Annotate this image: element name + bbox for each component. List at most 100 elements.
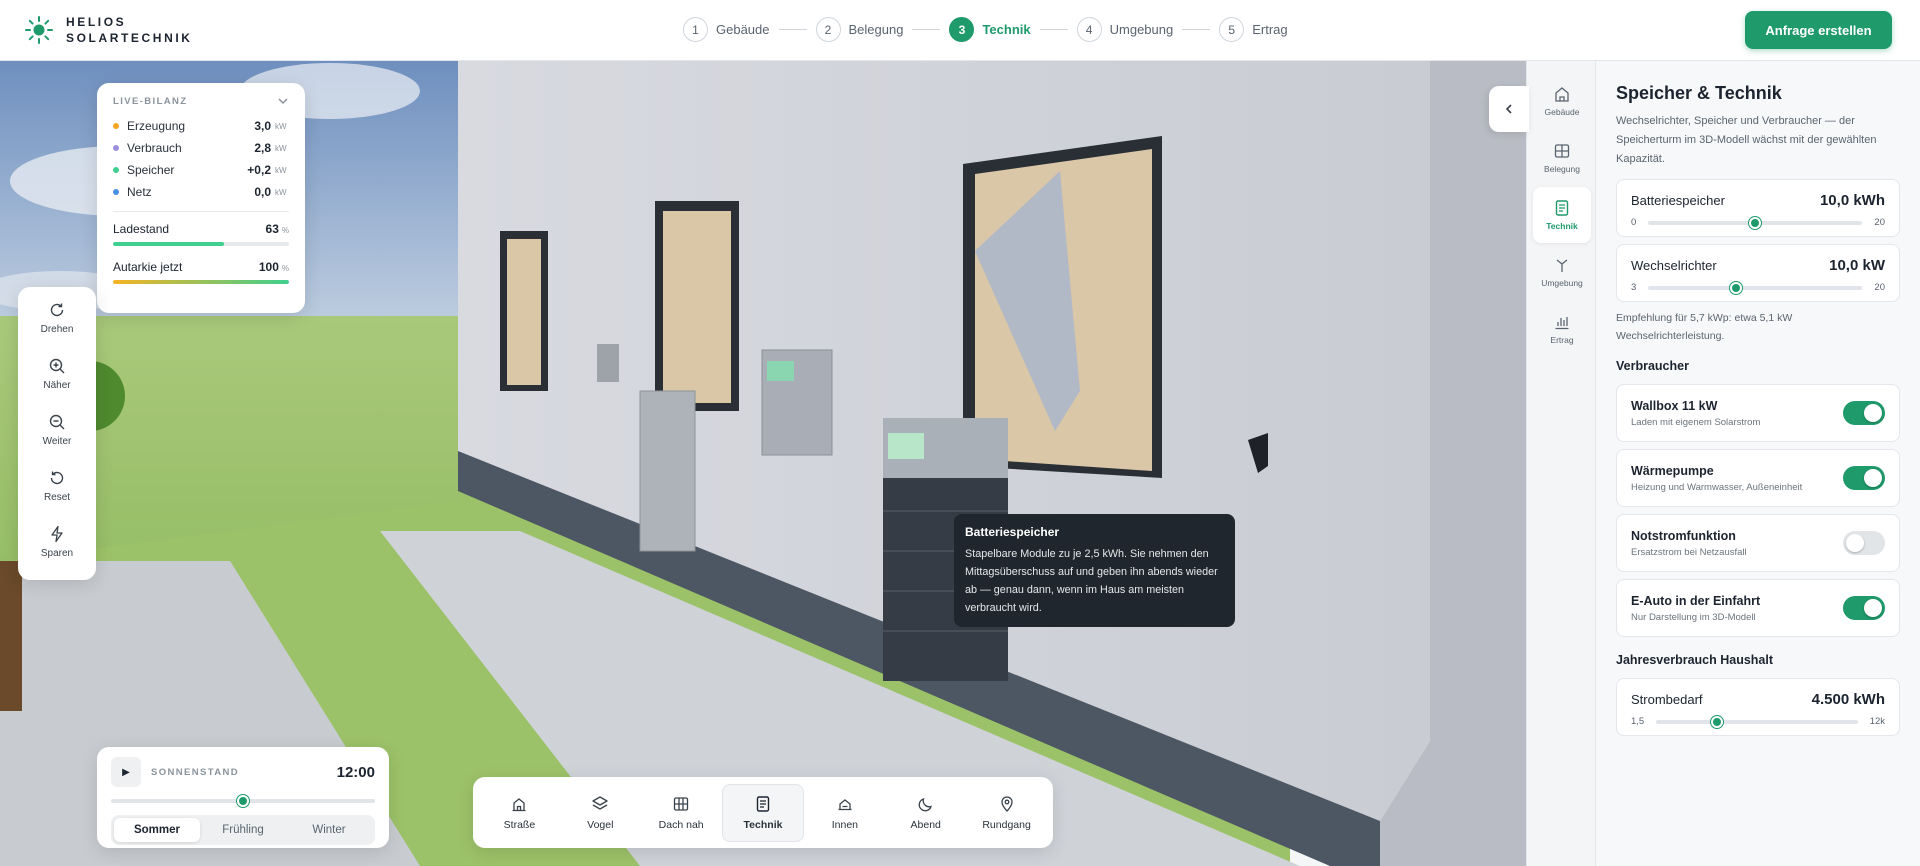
view-dach-nah[interactable]: Dach nah [641, 784, 722, 842]
tool-sparen[interactable]: Sparen [18, 525, 96, 581]
chevron-down-icon[interactable] [277, 95, 289, 107]
slider-knob[interactable] [1749, 216, 1762, 229]
toggle-e-auto[interactable]: E-Auto in der Einfahrt Nur Darstellung im… [1616, 579, 1900, 637]
toggle-notstrom[interactable]: Notstromfunktion Ersatzstrom bei Netzausf… [1616, 514, 1900, 572]
brand-name: HELIOS SOLARTECHNIK [66, 14, 193, 46]
rotate-icon [50, 303, 64, 317]
slider-knob[interactable] [237, 795, 249, 807]
rail-technik[interactable]: Technik [1533, 187, 1591, 243]
view-technik[interactable]: Technik [721, 783, 805, 842]
step-belegung[interactable]: 2 Belegung [815, 17, 903, 42]
toggle-switch[interactable] [1843, 531, 1885, 555]
row-unit: kW [275, 165, 287, 175]
row-unit: kW [275, 121, 287, 131]
tool-weiter[interactable]: Weiter [18, 413, 96, 469]
legend-dot [113, 123, 119, 129]
row-label: Verbrauch [127, 141, 182, 155]
verbraucher-heading: Verbraucher [1616, 359, 1689, 373]
legend-dot [113, 167, 119, 173]
batteriespeicher-slider[interactable] [1648, 216, 1863, 229]
zoom-in-icon [49, 358, 65, 374]
divider [113, 211, 289, 212]
step-label: Technik [982, 22, 1031, 37]
document-icon [756, 795, 770, 812]
live-bilanz-panel: LIVE-BILANZ Erzeugung 3,0 kW Verbrauch 2,8 k… [97, 83, 305, 313]
ladestand-row: Ladestand 63% [113, 222, 289, 236]
strombedarf-slider[interactable] [1656, 715, 1858, 728]
slider-label: Strombedarf [1631, 692, 1703, 707]
tool-drehen[interactable]: Drehen [18, 301, 96, 357]
bilanz-row-netz: Netz 0,0 kW [113, 181, 289, 203]
tooltip-text: Stapelbare Module zu je 2,5 kWh. Sie neh… [965, 548, 1218, 614]
view-innen[interactable]: Innen [804, 784, 885, 842]
location-pin-icon [1000, 795, 1013, 812]
grid-icon [1554, 144, 1570, 158]
brand-line-2: SOLARTECHNIK [66, 31, 193, 45]
view-rundgang[interactable]: Rundgang [966, 784, 1047, 842]
sonnenstand-panel: ▶ SONNENSTAND 12:00 Sommer Frühling Wint… [97, 747, 389, 848]
row-value: +0,2 [247, 163, 271, 177]
slider-knob[interactable] [1730, 281, 1743, 294]
tool-label: Reset [43, 492, 71, 503]
toggle-title: E-Auto in der Einfahrt [1631, 593, 1761, 608]
sonnenstand-slider[interactable] [111, 795, 375, 807]
ladestand-unit: % [281, 226, 289, 235]
view-label: Rundgang [982, 818, 1031, 831]
autarkie-bar [113, 280, 289, 284]
toggle-switch[interactable] [1843, 401, 1885, 425]
wechselrichter-slider-card: Wechselrichter 10,0 kW 3 20 [1616, 244, 1900, 302]
rail-ertrag[interactable]: Ertrag [1533, 301, 1591, 357]
slider-label: Wechselrichter [1631, 258, 1717, 273]
slider-value: 10,0 kWh [1819, 192, 1885, 209]
toggle-switch[interactable] [1843, 466, 1885, 490]
rail-gebaeude[interactable]: Gebäude [1533, 73, 1591, 129]
season-fruehling[interactable]: Frühling [200, 818, 286, 842]
batteriespeicher-tooltip: Batteriespeicher Stapelbare Module zu je… [954, 514, 1235, 627]
camera-toolbar: Drehen Näher Weiter Reset Sparen [18, 287, 96, 580]
step-umgebung[interactable]: 4 Umgebung [1076, 17, 1173, 42]
toggle-subtitle: Heizung und Warmwasser, Außeneinheit [1631, 481, 1803, 493]
wechselrichter-slider[interactable] [1648, 281, 1863, 294]
step-ertrag[interactable]: 5 Ertrag [1219, 17, 1288, 42]
view-label: Straße [503, 818, 536, 831]
row-label: Erzeugung [127, 119, 186, 133]
slider-value: 10,0 kW [1829, 257, 1885, 274]
toggle-wallbox[interactable]: Wallbox 11 kW Laden mit eigenem Solarstro… [1616, 384, 1900, 442]
step-technik[interactable]: 3 Technik [949, 17, 1031, 42]
brand-logo[interactable]: HELIOS SOLARTECHNIK [24, 14, 193, 46]
step-number: 1 [683, 17, 708, 42]
season-sommer[interactable]: Sommer [114, 818, 200, 842]
slider-min: 0 [1631, 217, 1637, 228]
grid-icon [673, 796, 689, 811]
step-number: 2 [815, 17, 841, 42]
step-connector [1182, 29, 1211, 30]
live-bilanz-title: LIVE-BILANZ [113, 95, 188, 107]
play-button[interactable]: ▶ [111, 757, 141, 787]
panel-description: Wechselrichter, Speicher und Verbraucher… [1616, 115, 1877, 165]
view-strasse[interactable]: Straße [479, 784, 560, 842]
rail-belegung[interactable]: Belegung [1533, 130, 1591, 186]
toggle-switch[interactable] [1843, 596, 1885, 620]
zoom-out-icon [49, 414, 65, 430]
toggle-knob [1864, 404, 1882, 422]
collapse-panel-button[interactable] [1489, 86, 1529, 132]
season-winter[interactable]: Winter [286, 818, 372, 842]
batteriespeicher-slider-card: Batteriespeicher 10,0 kWh 0 20 [1616, 179, 1900, 237]
step-gebaeude[interactable]: 1 Gebäude [683, 17, 770, 42]
toggle-waermepumpe[interactable]: Wärmepumpe Heizung und Warmwasser, Außene… [1616, 449, 1900, 507]
rail-label: Belegung [1544, 164, 1580, 174]
rail-umgebung[interactable]: Umgebung [1533, 244, 1591, 300]
tool-naeher[interactable]: Näher [18, 357, 96, 413]
autarkie-row: Autarkie jetzt 100% [113, 260, 289, 274]
bilanz-row-speicher: Speicher +0,2 kW [113, 159, 289, 181]
tool-reset[interactable]: Reset [18, 469, 96, 525]
tooltip-title: Batteriespeicher [965, 525, 1060, 539]
toggle-subtitle: Laden mit eigenem Solarstrom [1631, 416, 1761, 428]
slider-knob[interactable] [1710, 715, 1723, 728]
view-vogel[interactable]: Vogel [560, 784, 641, 842]
document-icon [1555, 200, 1569, 216]
view-abend[interactable]: Abend [885, 784, 966, 842]
anfrage-erstellen-button[interactable]: Anfrage erstellen [1745, 11, 1892, 49]
row-unit: kW [275, 187, 287, 197]
step-connector [778, 29, 807, 30]
